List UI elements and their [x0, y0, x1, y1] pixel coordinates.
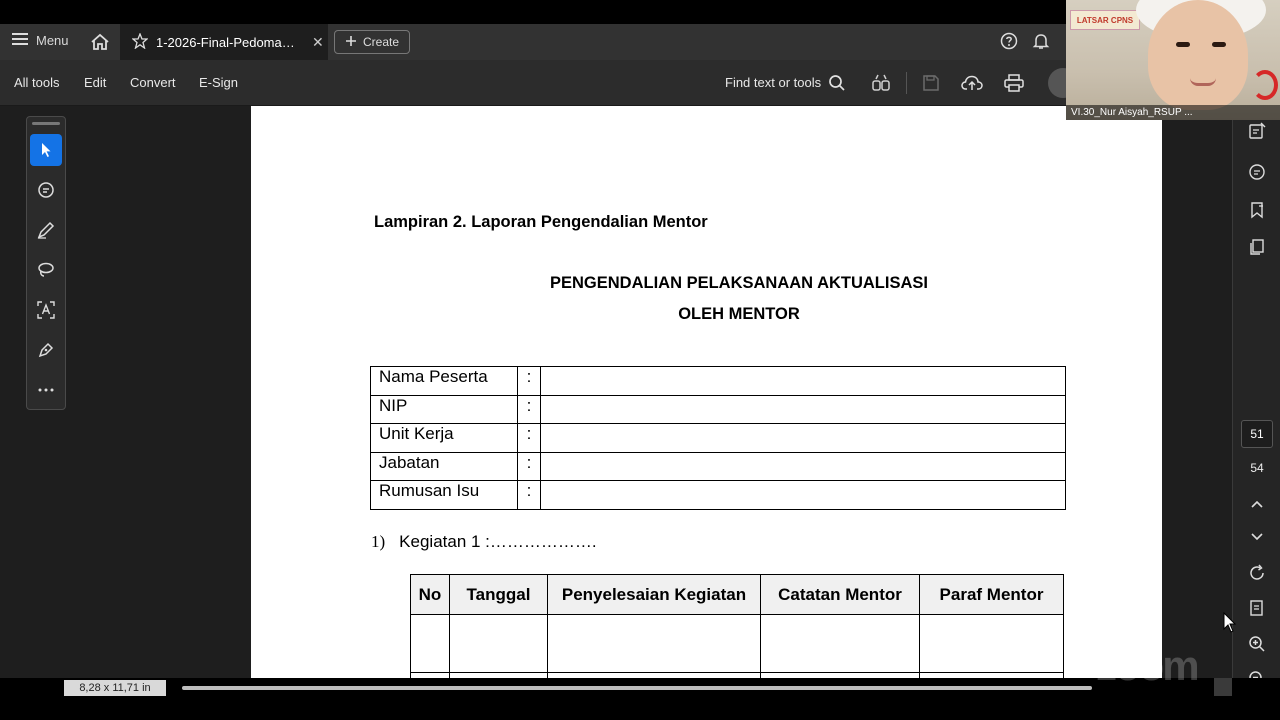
info-value [540, 366, 1066, 396]
activity-table: No Tanggal Penyelesaian Kegiatan Catatan Me… [410, 574, 1064, 678]
bookmark-icon[interactable] [1246, 199, 1268, 221]
pen-icon[interactable] [30, 214, 62, 246]
table-cell [547, 614, 761, 673]
help-icon[interactable] [1000, 32, 1018, 55]
more-icon[interactable] [30, 374, 62, 406]
lasso-icon[interactable] [30, 254, 62, 286]
table-cell [919, 614, 1064, 673]
pages-icon[interactable] [1246, 236, 1268, 258]
edit-menu[interactable]: Edit [84, 75, 106, 90]
video-face-shape [1148, 0, 1248, 110]
total-pages: 54 [1250, 461, 1264, 475]
save-icon[interactable] [920, 72, 942, 94]
create-label: Create [363, 35, 400, 49]
home-icon[interactable] [88, 30, 112, 54]
column-header: No [410, 574, 450, 615]
info-value [540, 394, 1066, 425]
bell-icon[interactable] [1032, 32, 1050, 55]
info-label: NIP [370, 394, 518, 425]
info-value [540, 423, 1066, 453]
rail-drag-handle[interactable] [32, 122, 60, 125]
horizontal-scrollbar[interactable] [182, 686, 1092, 690]
search-icon[interactable] [826, 72, 848, 94]
column-header: Paraf Mentor [919, 574, 1064, 615]
column-header: Catatan Mentor [760, 574, 920, 615]
info-row: Nama Peserta: [370, 366, 1066, 396]
document-tab[interactable]: 1-2026-Final-Pedoman ... ✕ [120, 24, 328, 60]
kegiatan-number: 1) [371, 532, 386, 551]
pdf-page: Lampiran 2. Laporan Pengendalian Mentor … [251, 106, 1162, 678]
info-separator: : [517, 423, 541, 453]
ai-assistant-icon[interactable] [870, 72, 892, 94]
lampiran-heading: Lampiran 2. Laporan Pengendalian Mentor [374, 213, 708, 231]
info-separator: : [517, 394, 541, 425]
comments-panel-icon[interactable] [1246, 161, 1268, 183]
video-eye-shape [1176, 42, 1190, 47]
edit-pdf-icon[interactable] [1246, 120, 1268, 142]
info-row: Jabatan: [370, 451, 1066, 482]
info-value [540, 451, 1066, 482]
table-cell [449, 614, 548, 673]
chevron-up-icon[interactable] [1246, 493, 1268, 515]
video-mouth-shape [1190, 78, 1216, 86]
toolbar-divider [906, 72, 907, 94]
kegiatan-text: Kegiatan 1 :………………. [399, 532, 597, 551]
chevron-down-icon[interactable] [1246, 526, 1268, 548]
info-row: Unit Kerja: [370, 423, 1066, 453]
table-cell [760, 614, 920, 673]
info-row: NIP: [370, 394, 1066, 425]
text-recognition-icon[interactable] [30, 294, 62, 326]
info-value [540, 480, 1066, 510]
current-page-input[interactable]: 51 [1241, 420, 1273, 448]
esign-menu[interactable]: E-Sign [199, 75, 238, 90]
document-tab-title: 1-2026-Final-Pedoman ... [156, 34, 300, 50]
right-panel-rail: 51 54 [1232, 106, 1280, 687]
cloud-upload-icon[interactable] [961, 72, 983, 94]
background-banner: LATSAR CPNS [1070, 10, 1140, 30]
document-title-line1: PENGENDALIAN PELAKSANAAN AKTUALISASI [550, 274, 928, 292]
page-size-label: 8,28 x 11,71 in [64, 680, 166, 696]
participant-video[interactable]: LATSAR CPNS VI.30_Nur Aisyah_RSUP ... [1066, 0, 1280, 120]
info-label: Nama Peserta [370, 366, 518, 396]
print-icon[interactable] [1003, 72, 1025, 94]
info-label: Rumusan Isu [370, 480, 518, 510]
convert-menu[interactable]: Convert [130, 75, 176, 90]
info-separator: : [517, 451, 541, 482]
status-bar: 8,28 x 11,71 in [0, 678, 1280, 720]
info-label: Jabatan [370, 451, 518, 482]
rotate-icon[interactable] [1246, 562, 1268, 584]
zoom-in-icon[interactable] [1246, 633, 1268, 655]
star-icon[interactable] [131, 31, 149, 52]
all-tools-menu[interactable]: All tools [14, 75, 60, 90]
participant-name: VI.30_Nur Aisyah_RSUP ... [1066, 105, 1280, 120]
zoom-watermark: zoom [1096, 642, 1200, 689]
table-row [410, 614, 1064, 673]
create-button[interactable]: Create [334, 30, 411, 54]
info-separator: : [517, 480, 541, 510]
kegiatan-line: 1) Kegiatan 1 :………………. [371, 532, 597, 552]
fill-sign-icon[interactable] [30, 334, 62, 366]
plus-icon [345, 35, 357, 50]
table-cell [410, 614, 450, 673]
red-logo-shape [1252, 70, 1278, 100]
hamburger-icon [12, 32, 28, 49]
scroll-corner [1214, 678, 1232, 696]
mouse-cursor-icon [1222, 611, 1237, 639]
menu-button[interactable]: Menu [12, 32, 69, 49]
info-row: Rumusan Isu: [370, 480, 1066, 510]
column-header: Penyelesaian Kegiatan [547, 574, 761, 615]
info-separator: : [517, 366, 541, 396]
close-tab-icon[interactable]: ✕ [312, 34, 324, 51]
participant-info-table: Nama Peserta: NIP: Unit Kerja: Jabatan: Rumu… [370, 366, 1066, 510]
select-arrow-icon[interactable] [30, 134, 62, 166]
column-header: Tanggal [449, 574, 548, 615]
document-title-line2: OLEH MENTOR [678, 305, 800, 323]
page-fit-icon[interactable] [1246, 597, 1268, 619]
find-text-label[interactable]: Find text or tools [725, 75, 821, 90]
info-label: Unit Kerja [370, 423, 518, 453]
video-eye-shape [1212, 42, 1226, 47]
comment-icon[interactable] [30, 174, 62, 206]
menu-label: Menu [36, 33, 69, 48]
quick-tools-rail [26, 116, 66, 410]
